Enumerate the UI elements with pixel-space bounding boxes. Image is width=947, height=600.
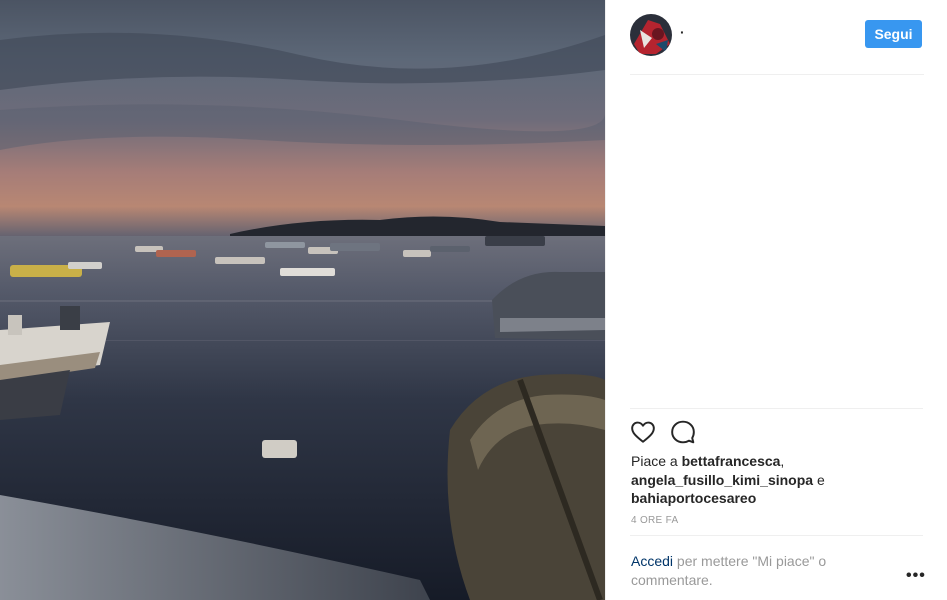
post-photo[interactable]: [0, 0, 605, 600]
header-divider: [630, 74, 924, 75]
post-actions: [630, 419, 696, 447]
post-sidebar: · Segui Piace a bettafrancesca, angela_f…: [605, 0, 947, 600]
avatar-image: [630, 14, 672, 56]
post-username[interactable]: ·: [680, 24, 685, 40]
post-timestamp[interactable]: 4 ORE FA: [631, 515, 678, 526]
avatar[interactable]: [630, 14, 672, 56]
login-link[interactable]: Accedi: [631, 553, 673, 569]
harbor-sunset-image: [0, 0, 605, 600]
likes-text: Piace a bettafrancesca, angela_fusillo_k…: [631, 452, 911, 508]
liker-link[interactable]: bahiaportocesareo: [631, 490, 756, 506]
likes-separator: ,: [780, 453, 785, 469]
heart-icon[interactable]: [630, 419, 656, 445]
liker-link[interactable]: bettafrancesca: [682, 453, 781, 469]
actions-divider: [630, 408, 923, 409]
liker-link[interactable]: angela_fusillo_kimi_sinopa: [631, 472, 813, 488]
more-options-icon[interactable]: •••: [906, 567, 926, 585]
comment-divider: [630, 535, 923, 536]
comment-icon[interactable]: [670, 419, 696, 445]
login-prompt: Accedi per mettere "Mi piace" o commenta…: [631, 552, 891, 590]
follow-button[interactable]: Segui: [865, 20, 922, 48]
post-header: · Segui: [606, 0, 947, 75]
likes-prefix: Piace a: [631, 453, 678, 469]
likes-conjunction: e: [816, 471, 825, 488]
